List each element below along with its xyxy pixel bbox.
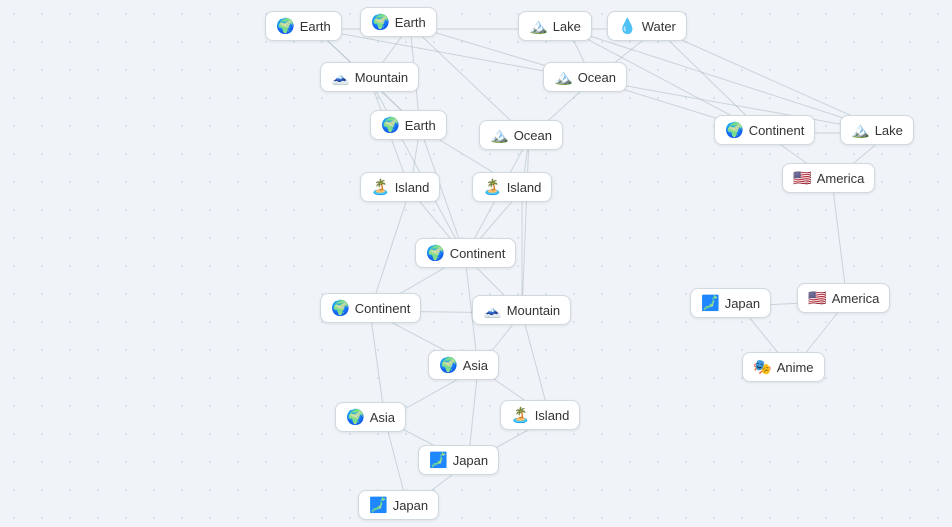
node-america-n18[interactable]: 🇺🇸 America bbox=[797, 283, 890, 313]
node-emoji-n24: 🗾 bbox=[369, 496, 388, 514]
node-label-n6: Ocean bbox=[578, 70, 616, 85]
node-label-n16: Mountain bbox=[507, 303, 560, 318]
node-emoji-n10: 🏔️ bbox=[851, 121, 870, 139]
node-island-n11[interactable]: 🏝️ Island bbox=[360, 172, 440, 202]
node-earth-n1[interactable]: 🌍 Earth bbox=[265, 11, 342, 41]
node-emoji-n1: 🌍 bbox=[276, 17, 295, 35]
node-island-n12[interactable]: 🏝️ Island bbox=[472, 172, 552, 202]
node-label-n5: Mountain bbox=[355, 70, 408, 85]
node-emoji-n18: 🇺🇸 bbox=[808, 289, 827, 307]
node-continent-n15[interactable]: 🌍 Continent bbox=[320, 293, 421, 323]
node-label-n2: Earth bbox=[395, 15, 426, 30]
node-asia-n21[interactable]: 🌍 Asia bbox=[335, 402, 406, 432]
node-earth-n7[interactable]: 🌍 Earth bbox=[370, 110, 447, 140]
node-label-n9: Continent bbox=[749, 123, 805, 138]
node-emoji-n17: 🗾 bbox=[701, 294, 720, 312]
node-label-n18: America bbox=[832, 291, 880, 306]
node-ocean-n8[interactable]: 🏔️ Ocean bbox=[479, 120, 563, 150]
node-japan-n23[interactable]: 🗾 Japan bbox=[418, 445, 499, 475]
node-emoji-n23: 🗾 bbox=[429, 451, 448, 469]
node-water-n4[interactable]: 💧 Water bbox=[607, 11, 687, 41]
node-emoji-n14: 🌍 bbox=[426, 244, 445, 262]
node-emoji-n6: 🏔️ bbox=[554, 68, 573, 86]
node-label-n13: America bbox=[817, 171, 865, 186]
node-label-n10: Lake bbox=[875, 123, 903, 138]
node-emoji-n22: 🏝️ bbox=[511, 406, 530, 424]
node-emoji-n4: 💧 bbox=[618, 17, 637, 35]
node-mountain-n5[interactable]: 🗻 Mountain bbox=[320, 62, 419, 92]
node-asia-n19[interactable]: 🌍 Asia bbox=[428, 350, 499, 380]
node-ocean-n6[interactable]: 🏔️ Ocean bbox=[543, 62, 627, 92]
node-label-n1: Earth bbox=[300, 19, 331, 34]
node-emoji-n9: 🌍 bbox=[725, 121, 744, 139]
node-emoji-n8: 🏔️ bbox=[490, 126, 509, 144]
node-emoji-n11: 🏝️ bbox=[371, 178, 390, 196]
node-label-n8: Ocean bbox=[514, 128, 552, 143]
node-label-n19: Asia bbox=[463, 358, 488, 373]
node-emoji-n20: 🎭 bbox=[753, 358, 772, 376]
node-label-n23: Japan bbox=[453, 453, 488, 468]
node-earth-n2[interactable]: 🌍 Earth bbox=[360, 7, 437, 37]
node-label-n3: Lake bbox=[553, 19, 581, 34]
node-label-n15: Continent bbox=[355, 301, 411, 316]
node-label-n7: Earth bbox=[405, 118, 436, 133]
node-island-n22[interactable]: 🏝️ Island bbox=[500, 400, 580, 430]
node-emoji-n3: 🏔️ bbox=[529, 17, 548, 35]
node-emoji-n19: 🌍 bbox=[439, 356, 458, 374]
node-continent-n14[interactable]: 🌍 Continent bbox=[415, 238, 516, 268]
node-label-n20: Anime bbox=[777, 360, 814, 375]
node-emoji-n5: 🗻 bbox=[331, 68, 350, 86]
node-emoji-n12: 🏝️ bbox=[483, 178, 502, 196]
node-label-n24: Japan bbox=[393, 498, 428, 513]
node-label-n22: Island bbox=[535, 408, 570, 423]
node-label-n21: Asia bbox=[370, 410, 395, 425]
node-emoji-n13: 🇺🇸 bbox=[793, 169, 812, 187]
node-emoji-n16: 🗻 bbox=[483, 301, 502, 319]
node-lake-n10[interactable]: 🏔️ Lake bbox=[840, 115, 914, 145]
node-label-n17: Japan bbox=[725, 296, 760, 311]
node-label-n11: Island bbox=[395, 180, 430, 195]
node-label-n4: Water bbox=[642, 19, 676, 34]
node-label-n14: Continent bbox=[450, 246, 506, 261]
node-japan-n24[interactable]: 🗾 Japan bbox=[358, 490, 439, 520]
node-mountain-n16[interactable]: 🗻 Mountain bbox=[472, 295, 571, 325]
node-emoji-n21: 🌍 bbox=[346, 408, 365, 426]
node-emoji-n2: 🌍 bbox=[371, 13, 390, 31]
node-japan-n17[interactable]: 🗾 Japan bbox=[690, 288, 771, 318]
node-lake-n3[interactable]: 🏔️ Lake bbox=[518, 11, 592, 41]
node-america-n13[interactable]: 🇺🇸 America bbox=[782, 163, 875, 193]
node-emoji-n7: 🌍 bbox=[381, 116, 400, 134]
node-emoji-n15: 🌍 bbox=[331, 299, 350, 317]
node-anime-n20[interactable]: 🎭 Anime bbox=[742, 352, 825, 382]
node-label-n12: Island bbox=[507, 180, 542, 195]
node-continent-n9[interactable]: 🌍 Continent bbox=[714, 115, 815, 145]
